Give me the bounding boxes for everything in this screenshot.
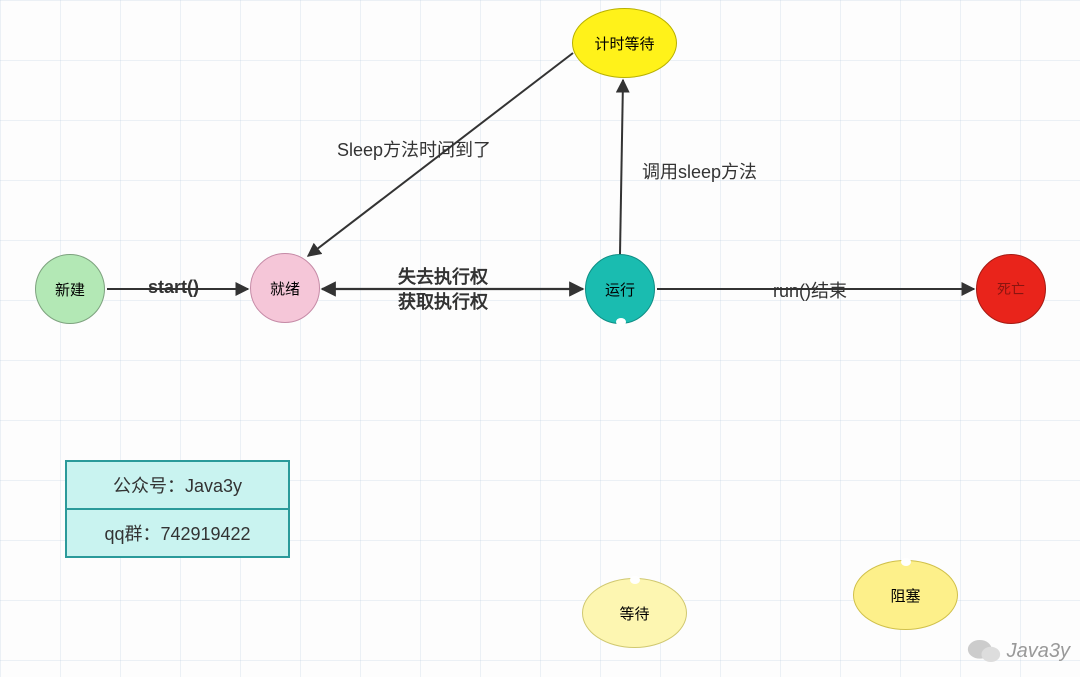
node-dead-label: 死亡	[997, 279, 1025, 299]
edge-lose-exec-label: 失去执行权	[398, 263, 488, 289]
watermark-text: Java3y	[1007, 640, 1070, 663]
node-dead: 死亡	[976, 254, 1046, 324]
node-timed-wait-label: 计时等待	[594, 33, 654, 54]
node-block-label: 阻塞	[890, 585, 920, 606]
edge-sleep-timeout-label: Sleep方法时间到了	[337, 136, 491, 162]
info-line-2: qq群：742919422	[67, 510, 288, 556]
node-timed-wait: 计时等待	[572, 8, 677, 78]
edge-gain-exec-label: 获取执行权	[398, 288, 488, 314]
node-block: 阻塞	[853, 560, 958, 630]
info-box: 公众号：Java3y qq群：742919422	[65, 460, 290, 558]
info-line-1: 公众号：Java3y	[67, 462, 288, 510]
node-ready-label: 就绪	[270, 278, 300, 299]
edge-start-label: start()	[148, 277, 199, 298]
edge-call-sleep-label: 调用sleep方法	[642, 158, 757, 184]
watermark: Java3y	[967, 637, 1070, 665]
node-wait: 等待	[582, 578, 687, 648]
wechat-icon	[967, 637, 1001, 665]
node-wait-label: 等待	[619, 603, 649, 624]
node-running: 运行	[585, 254, 655, 324]
node-running-label: 运行	[605, 279, 635, 300]
edge-run-end-label: run()结束	[773, 277, 847, 303]
node-new: 新建	[35, 254, 105, 324]
node-new-label: 新建	[55, 279, 85, 300]
node-ready: 就绪	[250, 253, 320, 323]
